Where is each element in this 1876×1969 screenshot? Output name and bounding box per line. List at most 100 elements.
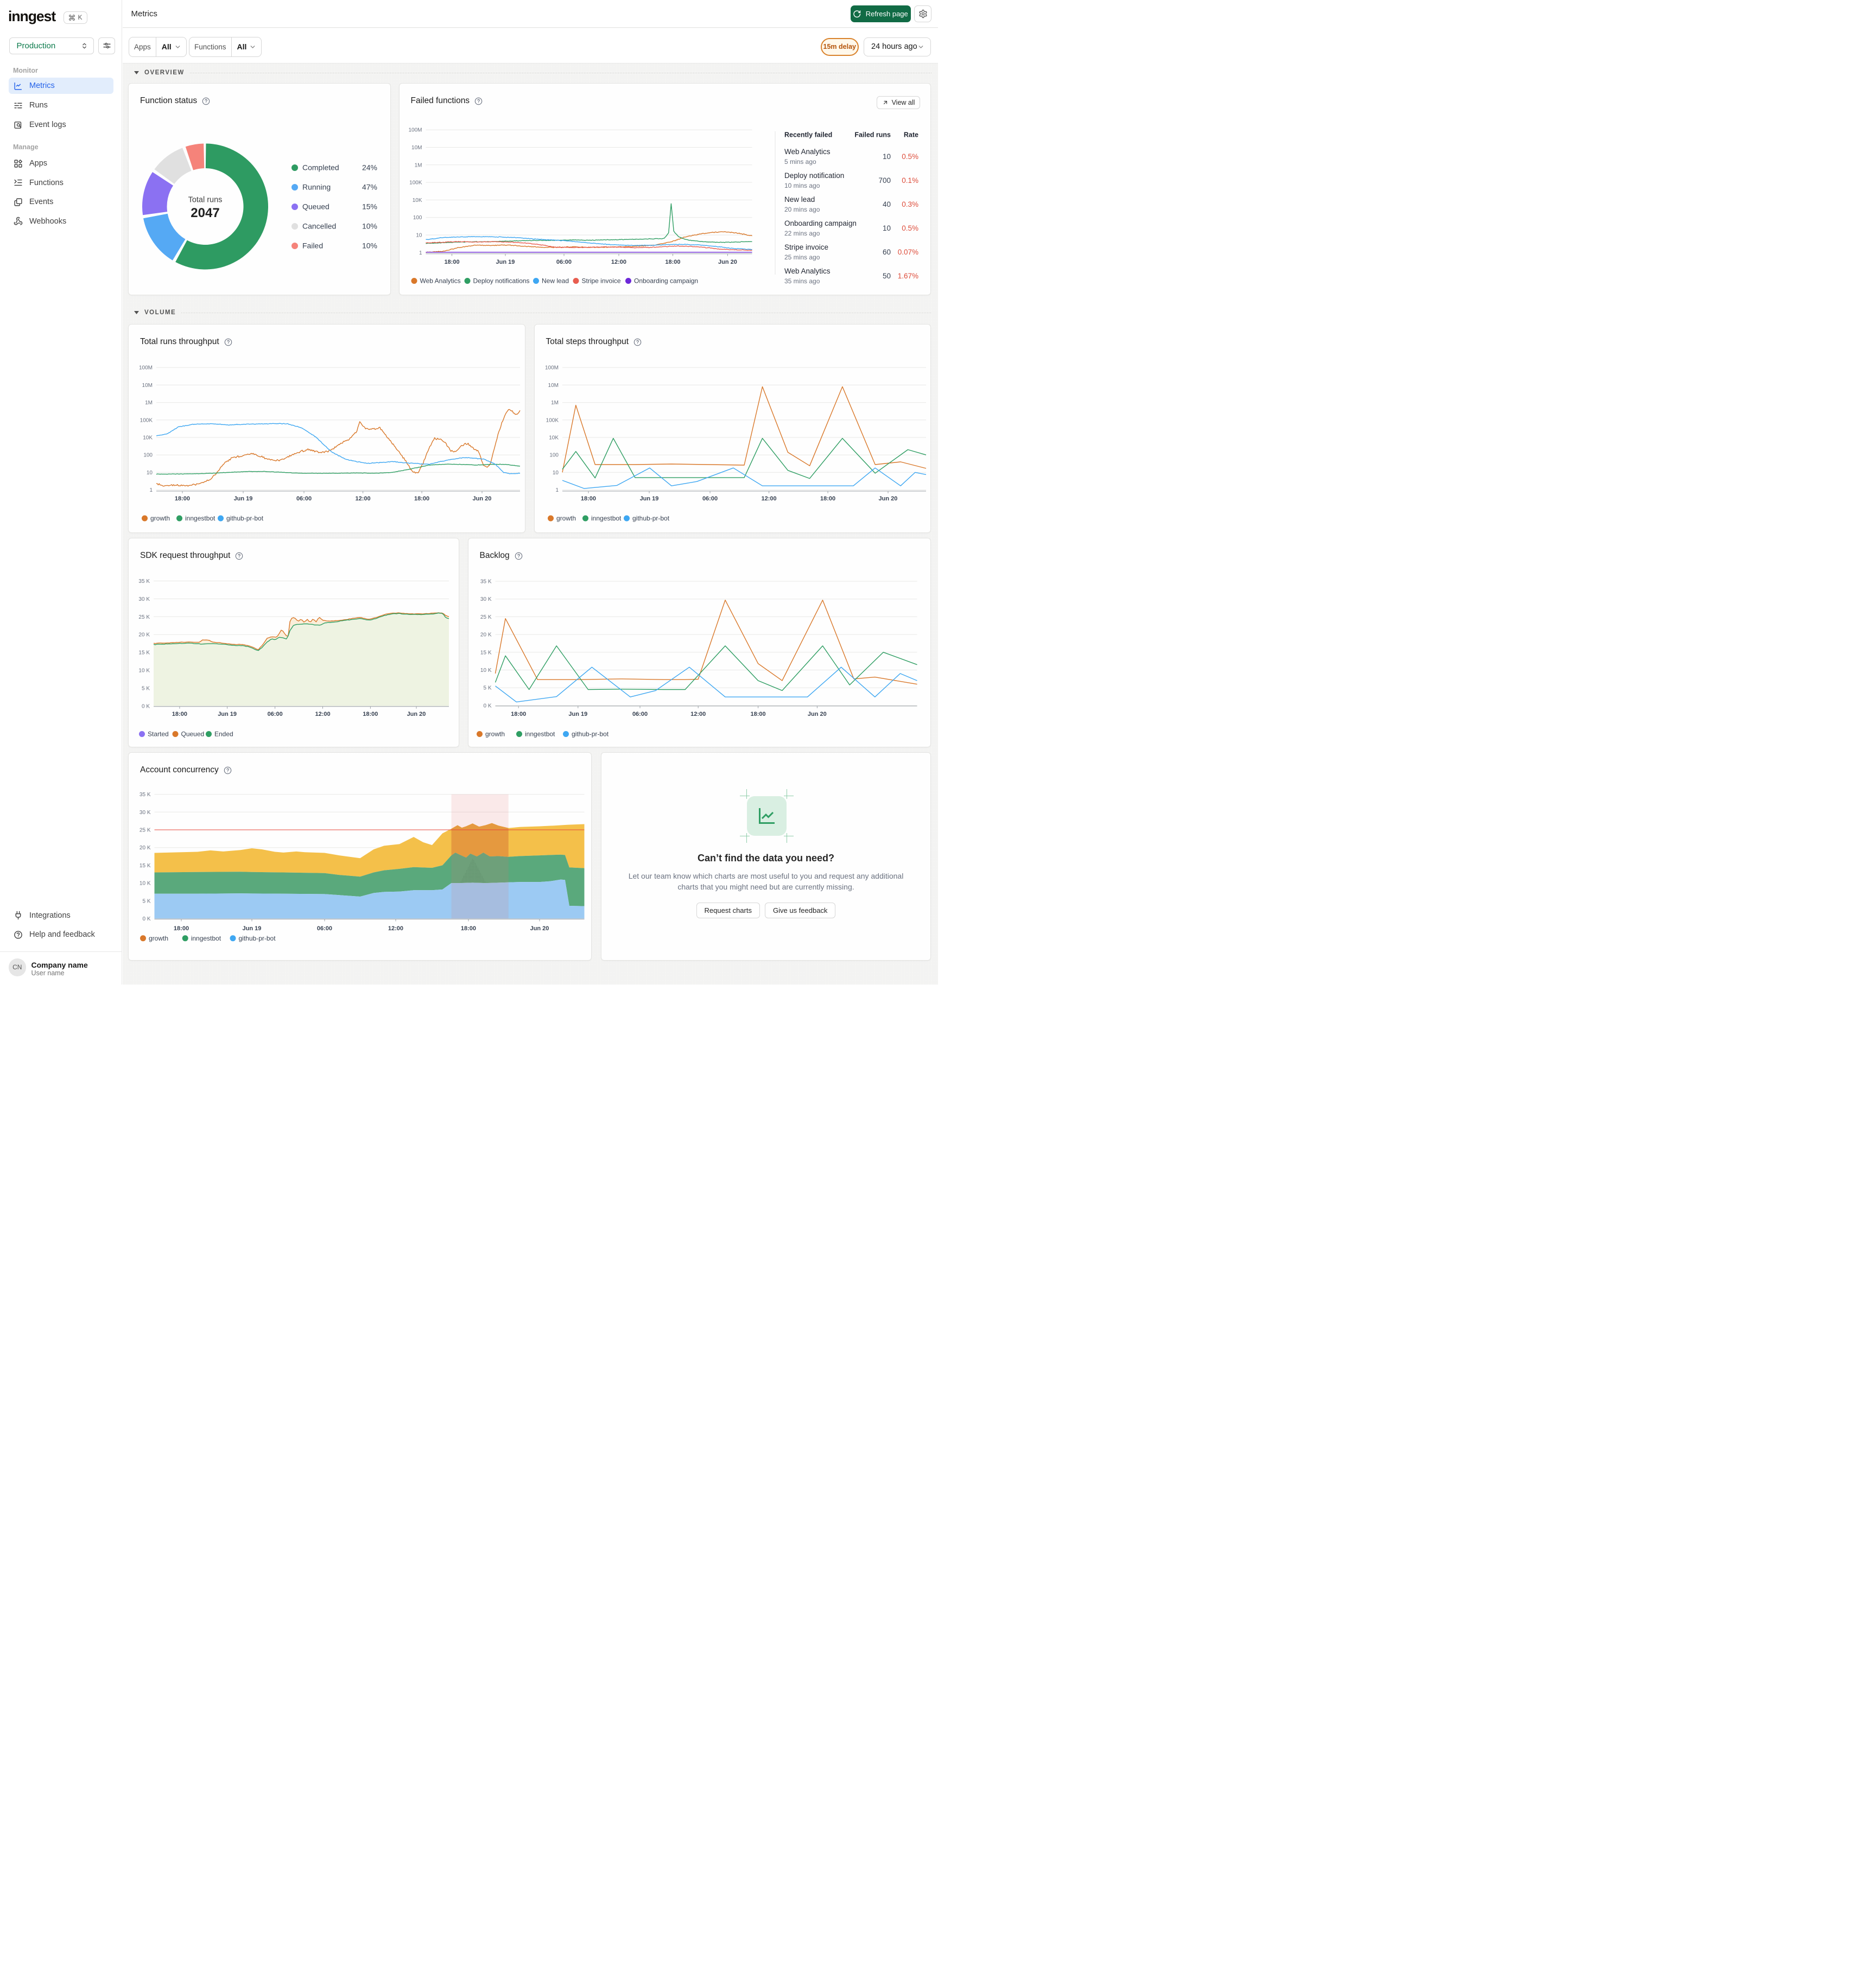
svg-text:0 K: 0 K bbox=[142, 916, 150, 922]
svg-text:18:00: 18:00 bbox=[580, 496, 595, 502]
svg-text:1: 1 bbox=[149, 487, 153, 493]
svg-text:10 mins ago: 10 mins ago bbox=[784, 182, 820, 189]
svg-text:06:00: 06:00 bbox=[556, 259, 571, 265]
svg-text:Started: Started bbox=[148, 731, 169, 738]
svg-text:github-pr-bot: github-pr-bot bbox=[632, 515, 670, 522]
svg-text:0.5%: 0.5% bbox=[902, 224, 918, 232]
svg-text:5 mins ago: 5 mins ago bbox=[784, 158, 816, 166]
svg-text:growth: growth bbox=[556, 515, 576, 522]
svg-text:5 K: 5 K bbox=[142, 898, 150, 904]
svg-text:1M: 1M bbox=[414, 162, 422, 168]
svg-text:Jun 19: Jun 19 bbox=[218, 711, 237, 717]
svg-text:12:00: 12:00 bbox=[611, 259, 626, 265]
svg-text:Web Analytics: Web Analytics bbox=[420, 277, 460, 285]
svg-text:Stripe invoice: Stripe invoice bbox=[784, 243, 828, 251]
svg-text:1M: 1M bbox=[145, 400, 153, 406]
svg-text:10: 10 bbox=[416, 233, 422, 239]
svg-text:700: 700 bbox=[878, 176, 891, 185]
svg-text:12:00: 12:00 bbox=[355, 496, 370, 502]
svg-text:inngestbot: inngestbot bbox=[191, 935, 221, 942]
svg-text:Running: Running bbox=[302, 183, 331, 192]
svg-text:New lead: New lead bbox=[542, 277, 569, 285]
svg-text:18:00: 18:00 bbox=[414, 496, 429, 502]
svg-text:1: 1 bbox=[555, 487, 559, 493]
svg-text:0 K: 0 K bbox=[483, 703, 491, 709]
svg-text:Jun 19: Jun 19 bbox=[568, 711, 587, 717]
svg-text:100: 100 bbox=[413, 215, 422, 221]
svg-text:10: 10 bbox=[882, 224, 890, 232]
svg-text:10K: 10K bbox=[143, 435, 153, 441]
svg-text:24%: 24% bbox=[362, 163, 377, 172]
svg-text:100M: 100M bbox=[544, 365, 558, 371]
svg-text:Jun 20: Jun 20 bbox=[473, 496, 492, 502]
svg-text:18:00: 18:00 bbox=[175, 496, 190, 502]
svg-text:0.07%: 0.07% bbox=[897, 248, 918, 256]
svg-text:35 mins ago: 35 mins ago bbox=[784, 277, 820, 285]
svg-text:18:00: 18:00 bbox=[820, 496, 835, 502]
svg-text:10 K: 10 K bbox=[138, 668, 150, 674]
svg-text:25 mins ago: 25 mins ago bbox=[784, 253, 820, 261]
svg-text:1M: 1M bbox=[551, 400, 559, 406]
svg-text:100: 100 bbox=[549, 453, 559, 459]
svg-text:30 K: 30 K bbox=[138, 596, 150, 602]
svg-text:60: 60 bbox=[882, 248, 890, 256]
svg-text:Queued: Queued bbox=[181, 731, 205, 738]
svg-text:18:00: 18:00 bbox=[444, 259, 459, 265]
svg-text:40: 40 bbox=[882, 200, 890, 208]
svg-text:25 K: 25 K bbox=[480, 614, 491, 620]
svg-text:35 K: 35 K bbox=[138, 579, 150, 585]
svg-text:10M: 10M bbox=[411, 145, 422, 151]
svg-text:inngestbot: inngestbot bbox=[525, 731, 555, 738]
svg-text:github-pr-bot: github-pr-bot bbox=[226, 515, 264, 522]
svg-text:growth: growth bbox=[485, 731, 505, 738]
svg-text:10K: 10K bbox=[549, 435, 559, 441]
svg-text:0.5%: 0.5% bbox=[902, 153, 918, 161]
svg-text:06:00: 06:00 bbox=[317, 925, 332, 932]
svg-text:30 K: 30 K bbox=[140, 810, 151, 816]
svg-text:10: 10 bbox=[882, 153, 890, 161]
svg-text:18:00: 18:00 bbox=[172, 711, 187, 717]
svg-text:Deploy notification: Deploy notification bbox=[784, 172, 844, 180]
svg-text:Onboarding campaign: Onboarding campaign bbox=[634, 277, 698, 285]
svg-text:50: 50 bbox=[882, 272, 890, 280]
svg-text:06:00: 06:00 bbox=[268, 711, 283, 717]
svg-text:github-pr-bot: github-pr-bot bbox=[239, 935, 276, 942]
svg-text:100M: 100M bbox=[408, 128, 422, 134]
svg-text:Total runs: Total runs bbox=[188, 196, 223, 205]
svg-text:0 K: 0 K bbox=[142, 703, 150, 709]
svg-text:Web Analytics: Web Analytics bbox=[784, 148, 831, 156]
svg-text:0.3%: 0.3% bbox=[902, 200, 918, 208]
svg-text:Jun 20: Jun 20 bbox=[407, 711, 426, 717]
svg-text:18:00: 18:00 bbox=[174, 925, 189, 932]
svg-text:100M: 100M bbox=[139, 365, 153, 371]
svg-text:Cancelled: Cancelled bbox=[302, 222, 336, 231]
svg-text:Jun 19: Jun 19 bbox=[243, 925, 262, 932]
svg-text:Jun 20: Jun 20 bbox=[807, 711, 826, 717]
svg-text:20 mins ago: 20 mins ago bbox=[784, 206, 820, 213]
svg-text:10M: 10M bbox=[548, 383, 558, 389]
svg-text:15 K: 15 K bbox=[138, 650, 150, 656]
svg-text:06:00: 06:00 bbox=[702, 496, 717, 502]
svg-text:12:00: 12:00 bbox=[388, 925, 403, 932]
svg-text:1.67%: 1.67% bbox=[897, 272, 918, 280]
svg-text:15%: 15% bbox=[362, 202, 377, 211]
svg-text:Deploy notifications: Deploy notifications bbox=[473, 277, 529, 285]
svg-text:18:00: 18:00 bbox=[461, 925, 476, 932]
svg-text:growth: growth bbox=[149, 935, 168, 942]
svg-text:New lead: New lead bbox=[784, 195, 815, 204]
svg-text:100: 100 bbox=[143, 453, 153, 459]
svg-text:22 mins ago: 22 mins ago bbox=[784, 230, 820, 237]
svg-text:25 K: 25 K bbox=[138, 614, 150, 620]
svg-text:20 K: 20 K bbox=[480, 632, 491, 638]
svg-text:10K: 10K bbox=[412, 198, 422, 204]
svg-text:inngestbot: inngestbot bbox=[591, 515, 622, 522]
svg-text:10%: 10% bbox=[362, 222, 377, 231]
svg-text:10 K: 10 K bbox=[480, 668, 491, 674]
svg-text:Jun 20: Jun 20 bbox=[718, 259, 737, 265]
svg-text:Jun 20: Jun 20 bbox=[530, 925, 549, 932]
svg-text:20 K: 20 K bbox=[138, 632, 150, 638]
svg-text:Failed runs: Failed runs bbox=[854, 131, 891, 139]
svg-text:Recently failed: Recently failed bbox=[784, 131, 832, 139]
svg-text:10: 10 bbox=[147, 470, 153, 476]
svg-text:Ended: Ended bbox=[214, 731, 233, 738]
